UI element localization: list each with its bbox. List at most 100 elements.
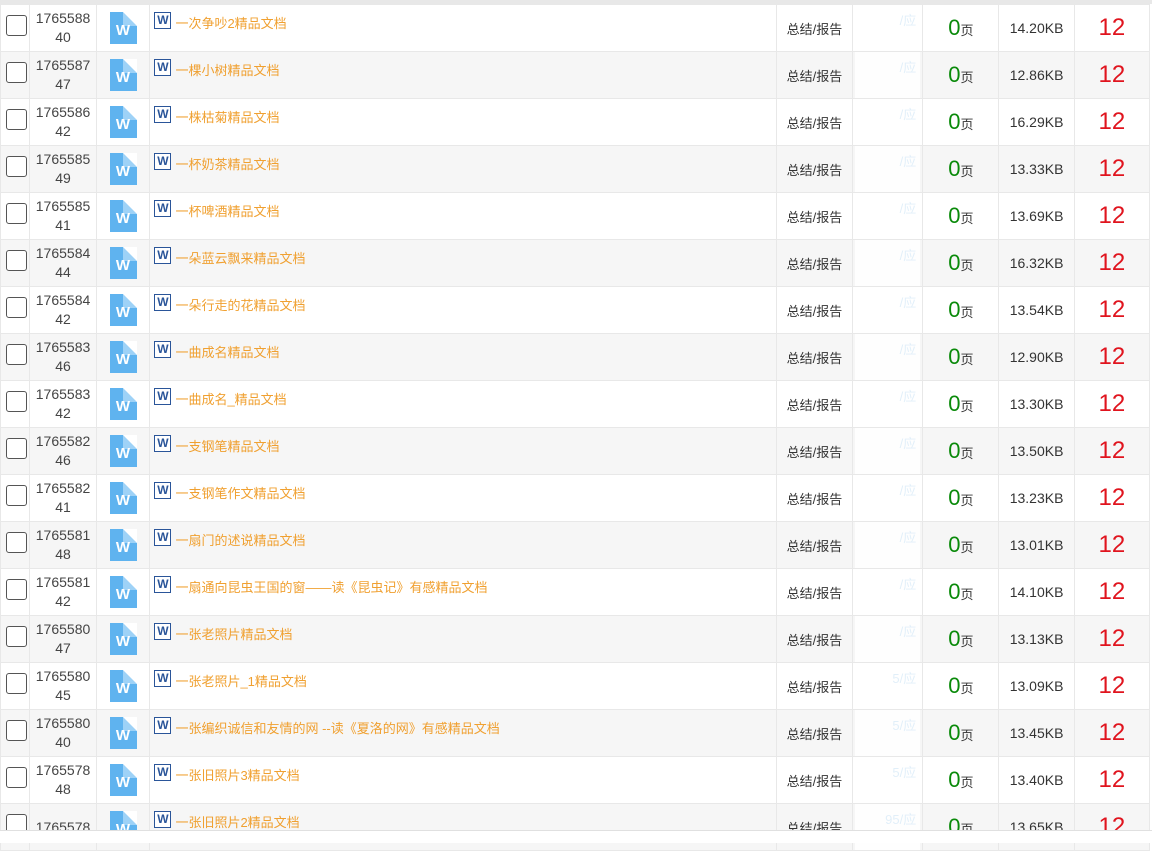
word-badge-icon-letter: W xyxy=(157,295,169,309)
icon-cell: W xyxy=(95,521,151,569)
pages-cell: 0页 xyxy=(922,98,1000,146)
pages-cell: 0页 xyxy=(922,333,1000,381)
id-line-1: 1765583 xyxy=(35,386,91,402)
row-checkbox[interactable] xyxy=(5,297,27,318)
category: 总结/报告 xyxy=(775,286,854,334)
category: 总结/报告 xyxy=(775,333,854,381)
row-checkbox[interactable] xyxy=(5,673,27,694)
document-title-link[interactable]: 一扇通向昆虫王国的窗——读《昆虫记》有感精品文档 xyxy=(175,577,487,596)
word-doc-icon-letter: W xyxy=(115,209,131,227)
word-badge-icon-letter: W xyxy=(157,718,169,732)
document-title-link[interactable]: 一张编织诚信和友情的网 --读《夏洛的网》有感精品文档 xyxy=(175,718,499,737)
table-row[interactable]: 1765580 47 W W 一张老照片精品文档 总结/报告 /应 0页 13.13… xyxy=(0,615,1151,663)
row-checkbox[interactable] xyxy=(5,438,27,459)
document-title-link[interactable]: 一杯啤酒精品文档 xyxy=(175,201,279,220)
table-row[interactable]: 1765580 40 W W 一张编织诚信和友情的网 --读《夏洛的网》有感精品文档… xyxy=(0,709,1151,757)
document-title-link[interactable]: 一张老照片精品文档 xyxy=(175,624,292,643)
category: 总结/报告 xyxy=(775,145,854,193)
category: 总结/报告 xyxy=(775,474,854,522)
table-row[interactable]: 1765578 W W 一张旧照片2精品文档 总结/报告 95/应 0页 13.6… xyxy=(0,803,1151,851)
row-checkbox[interactable] xyxy=(5,109,27,130)
document-title-link[interactable]: 一株枯菊精品文档 xyxy=(175,107,279,126)
page-unit: 页 xyxy=(960,540,974,555)
id-line-2: 41 xyxy=(55,499,71,515)
row-checkbox[interactable] xyxy=(5,532,27,553)
row-checkbox[interactable] xyxy=(5,250,27,271)
price: 12 xyxy=(1073,662,1151,710)
table-row[interactable]: 1765582 41 W W 一支钢笔作文精品文档 总结/报告 /应 0页 13.2… xyxy=(0,474,1151,522)
table-row[interactable]: 1765584 44 W W 一朵蓝云飘来精品文档 总结/报告 /应 0页 16.3… xyxy=(0,239,1151,287)
document-title-link[interactable]: 一支钢笔作文精品文档 xyxy=(175,483,305,502)
document-title-link[interactable]: 一曲成名_精品文档 xyxy=(175,389,286,408)
checkbox-cell xyxy=(0,662,31,710)
row-checkbox[interactable] xyxy=(5,156,27,177)
row-checkbox[interactable] xyxy=(5,344,27,365)
horizontal-scrollbar[interactable] xyxy=(0,830,1152,843)
word-badge-icon-letter: W xyxy=(157,13,169,27)
row-checkbox[interactable] xyxy=(5,720,27,741)
table-row[interactable]: 1765588 40 W W 一次争吵2精品文档 总结/报告 /应 0页 14.20… xyxy=(0,4,1151,52)
page-count: 0 xyxy=(948,297,961,322)
document-title-link[interactable]: 一扇门的述说精品文档 xyxy=(175,530,305,549)
word-doc-icon-letter: W xyxy=(115,256,131,274)
document-title-link[interactable]: 一支钢笔精品文档 xyxy=(175,436,279,455)
document-title-link[interactable]: 一张老照片_1精品文档 xyxy=(175,671,306,690)
document-title-link[interactable]: 一朵蓝云飘来精品文档 xyxy=(175,248,305,267)
checkbox-cell xyxy=(0,4,31,52)
table-row[interactable]: 1765583 42 W W 一曲成名_精品文档 总结/报告 /应 0页 13.30… xyxy=(0,380,1151,428)
row-checkbox[interactable] xyxy=(5,485,27,506)
row-checkbox[interactable] xyxy=(5,62,27,83)
table-row[interactable]: 1765580 45 W W 一张老照片_1精品文档 总结/报告 5/应 0页 13… xyxy=(0,662,1151,710)
row-checkbox[interactable] xyxy=(5,626,27,647)
document-title-link[interactable]: 一杯奶茶精品文档 xyxy=(175,154,279,173)
price: 12 xyxy=(1073,51,1151,99)
document-title-link[interactable]: 一朵行走的花精品文档 xyxy=(175,295,305,314)
blurred-overlay xyxy=(855,381,921,427)
icon-cell: W xyxy=(95,4,151,52)
page-count: 0 xyxy=(948,438,961,463)
word-doc-icon-letter: W xyxy=(115,68,131,86)
row-checkbox[interactable] xyxy=(5,767,27,788)
pages-cell: 0页 xyxy=(922,474,1000,522)
title-cell: W 一张老照片精品文档 xyxy=(149,615,777,663)
table-row[interactable]: 1765578 48 W W 一张旧照片3精品文档 总结/报告 5/应 0页 13.… xyxy=(0,756,1151,804)
table-row[interactable]: 1765585 41 W W 一杯啤酒精品文档 总结/报告 /应 0页 13.69K… xyxy=(0,192,1151,240)
id-line-1: 1765582 xyxy=(35,433,91,449)
tags-cell: /应 xyxy=(852,568,924,616)
row-checkbox[interactable] xyxy=(5,203,27,224)
pages-cell: 0页 xyxy=(922,239,1000,287)
word-doc-icon: W xyxy=(109,669,137,702)
document-title-link[interactable]: 一棵小树精品文档 xyxy=(175,60,279,79)
id-line-1: 1765581 xyxy=(35,574,91,590)
document-title-link[interactable]: 一张旧照片3精品文档 xyxy=(175,765,299,784)
table-row[interactable]: 1765586 42 W W 一株枯菊精品文档 总结/报告 /应 0页 16.29K… xyxy=(0,98,1151,146)
document-title-link[interactable]: 一曲成名精品文档 xyxy=(175,342,279,361)
table-row[interactable]: 1765581 48 W W 一扇门的述说精品文档 总结/报告 /应 0页 13.0… xyxy=(0,521,1151,569)
document-title-link[interactable]: 一次争吵2精品文档 xyxy=(175,13,286,32)
title-cell: W 一张旧照片3精品文档 xyxy=(149,756,777,804)
table-row[interactable]: 1765581 42 W W 一扇通向昆虫王国的窗——读《昆虫记》有感精品文档 总结… xyxy=(0,568,1151,616)
title-cell: W 一支钢笔精品文档 xyxy=(149,427,777,475)
title-cell: W 一张旧照片2精品文档 xyxy=(149,803,777,851)
id-cell: 1765584 42 xyxy=(29,286,97,334)
word-doc-icon: W xyxy=(109,481,137,514)
icon-cell: W xyxy=(95,286,151,334)
word-badge-icon-letter: W xyxy=(157,577,169,591)
document-title-link[interactable]: 一张旧照片2精品文档 xyxy=(175,812,299,831)
word-doc-icon-letter: W xyxy=(115,115,131,133)
table-row[interactable]: 1765582 46 W W 一支钢笔精品文档 总结/报告 /应 0页 13.50K… xyxy=(0,427,1151,475)
table-row[interactable]: 1765584 42 W W 一朵行走的花精品文档 总结/报告 /应 0页 13.5… xyxy=(0,286,1151,334)
table-row[interactable]: 1765583 46 W W 一曲成名精品文档 总结/报告 /应 0页 12.90K… xyxy=(0,333,1151,381)
table-row[interactable]: 1765585 49 W W 一杯奶茶精品文档 总结/报告 /应 0页 13.33K… xyxy=(0,145,1151,193)
pages-cell: 0页 xyxy=(922,427,1000,475)
word-badge-icon: W xyxy=(154,59,172,76)
title-cell: W 一朵行走的花精品文档 xyxy=(149,286,777,334)
row-checkbox[interactable] xyxy=(5,15,27,36)
category: 总结/报告 xyxy=(775,51,854,99)
file-size: 13.54KB xyxy=(998,286,1075,334)
row-checkbox[interactable] xyxy=(5,391,27,412)
row-checkbox[interactable] xyxy=(5,579,27,600)
checkbox-cell xyxy=(0,192,31,240)
table-row[interactable]: 1765587 47 W W 一棵小树精品文档 总结/报告 /应 0页 12.86K… xyxy=(0,51,1151,99)
page-count: 0 xyxy=(948,767,961,792)
